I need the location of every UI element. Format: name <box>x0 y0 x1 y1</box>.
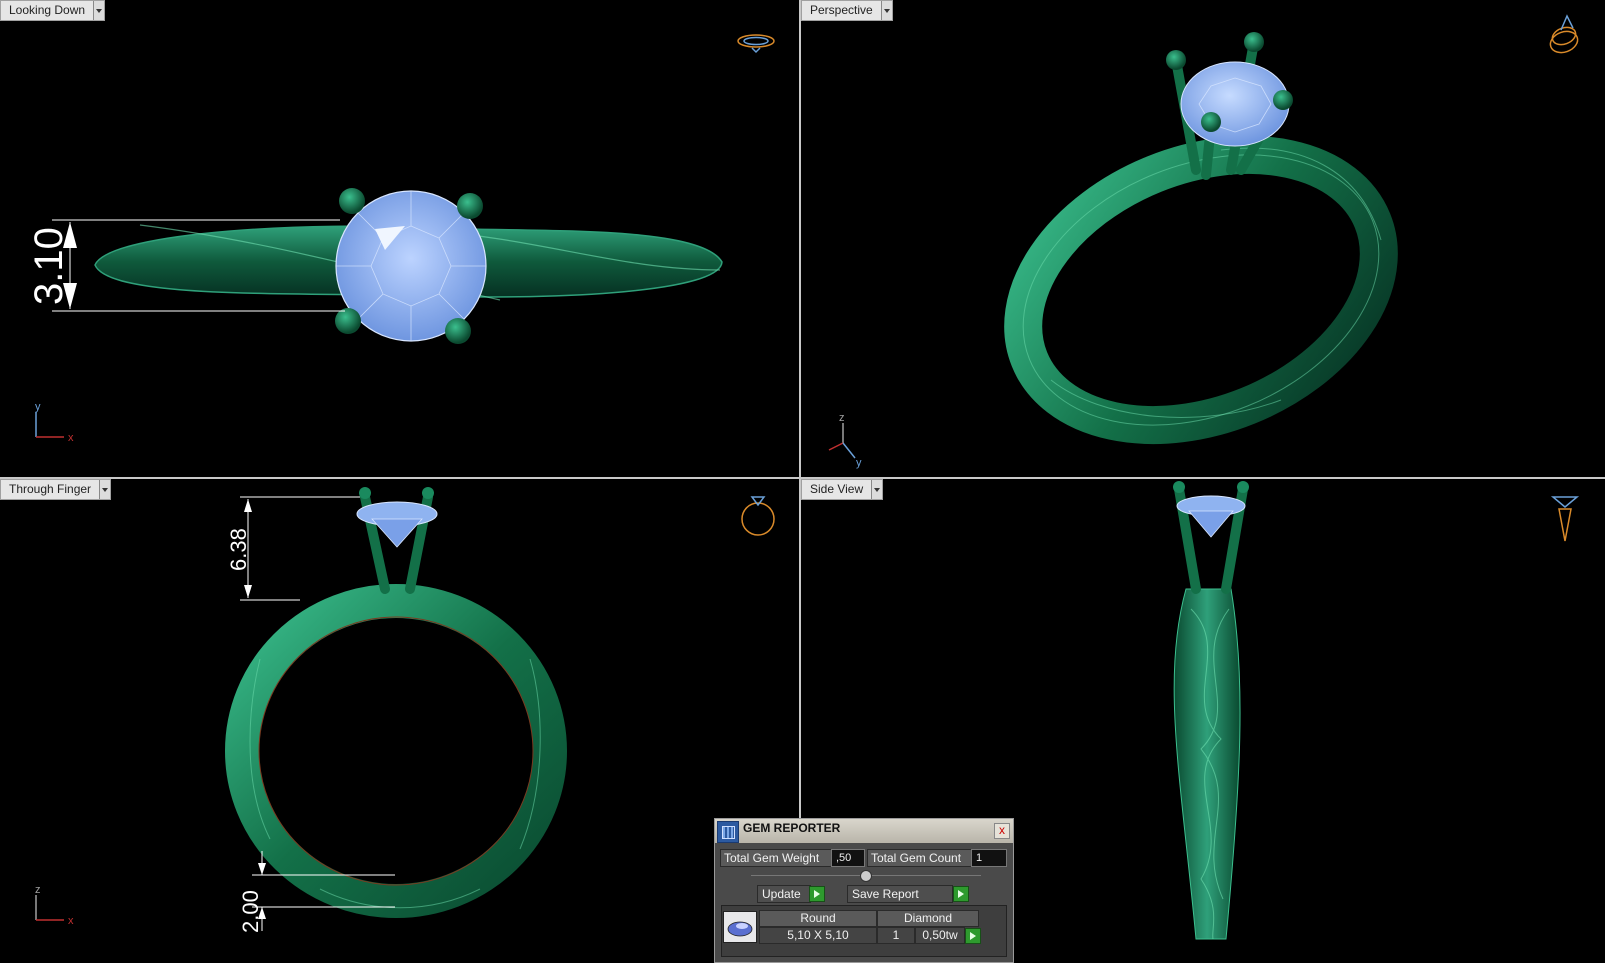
chevron-down-icon[interactable] <box>99 480 111 499</box>
svg-text:y: y <box>35 401 41 413</box>
total-gem-count-field[interactable]: 1 <box>971 849 1007 867</box>
ring-top-view: 3.10 y x <box>27 34 775 444</box>
prong <box>1166 50 1186 70</box>
close-icon[interactable]: x <box>994 823 1010 839</box>
viewport-label: Through Finger <box>1 480 100 499</box>
update-go-icon[interactable] <box>809 886 825 902</box>
viewport-label: Looking Down <box>1 1 94 20</box>
save-report-label: Save Report <box>852 887 919 901</box>
total-gem-weight-field[interactable]: ,50 <box>831 849 865 867</box>
viewport-through-finger[interactable]: Through Finger 6.38 2.00 z x <box>0 479 799 961</box>
gem-material-cell: Diamond <box>877 910 979 927</box>
prong <box>339 188 365 214</box>
update-button[interactable]: Update <box>757 885 811 903</box>
prong <box>1244 32 1264 52</box>
ring-front-view: 6.38 2.00 z x <box>35 487 775 933</box>
gem-count-cell: 1 <box>877 927 915 944</box>
gem-round <box>1180 61 1290 147</box>
viewport-looking-down[interactable]: Looking Down 3.10 y x <box>0 0 799 477</box>
dimension-value: 6.38 <box>226 528 251 571</box>
viewport-perspective[interactable]: Perspective z y <box>801 0 1605 477</box>
gem-go-icon[interactable] <box>965 928 981 944</box>
view-cube-icon[interactable] <box>1547 14 1580 56</box>
save-report-button[interactable]: Save Report <box>847 885 953 903</box>
viewport-menu-side-view[interactable]: Side View <box>801 479 884 500</box>
gem-reporter-icon <box>717 821 739 843</box>
dimension-value: 2.00 <box>238 890 263 933</box>
dimension-value: 3.10 <box>27 227 71 305</box>
gem-thumbnail-icon[interactable] <box>723 911 757 943</box>
gem-shape-cell: Round <box>759 910 877 927</box>
total-gem-weight-label: Total Gem Weight <box>720 849 833 867</box>
dimension-line <box>240 496 360 601</box>
axis-indicator: y x <box>35 401 74 444</box>
viewport-label: Perspective <box>802 1 881 20</box>
axis-indicator: z y <box>828 412 862 469</box>
chevron-down-icon[interactable] <box>871 480 883 499</box>
gem-size-cell: 5,10 X 5,10 <box>759 927 877 944</box>
prong <box>457 193 483 219</box>
svg-text:y: y <box>856 457 862 469</box>
gem-reporter-panel[interactable]: GEM REPORTER x Total Gem Weight ,50 Tota… <box>714 818 1014 963</box>
prong <box>445 318 471 344</box>
svg-text:z: z <box>839 412 845 424</box>
view-cube-icon[interactable] <box>1550 496 1580 542</box>
viewport-menu-looking-down[interactable]: Looking Down <box>0 0 106 21</box>
gem-reporter-titlebar[interactable]: GEM REPORTER x <box>715 819 1013 843</box>
view-cube-icon[interactable] <box>741 496 775 536</box>
svg-text:x: x <box>68 915 74 927</box>
view-cube-icon[interactable] <box>737 34 775 54</box>
collapse-toggle-icon[interactable] <box>860 870 872 882</box>
viewport-menu-perspective[interactable]: Perspective <box>801 0 893 21</box>
svg-text:z: z <box>35 884 41 896</box>
chevron-down-icon[interactable] <box>93 1 105 20</box>
panel-title: GEM REPORTER <box>743 821 841 835</box>
viewport-label: Side View <box>802 480 872 499</box>
gem-weight-cell: 0,50tw <box>915 927 965 944</box>
prong <box>1201 112 1221 132</box>
chevron-down-icon[interactable] <box>880 1 892 20</box>
total-gem-count-label: Total Gem Count <box>867 849 972 867</box>
axis-indicator: z x <box>35 884 74 927</box>
viewport-menu-through-finger[interactable]: Through Finger <box>0 479 112 500</box>
ring-band <box>225 584 567 918</box>
prong <box>335 308 361 334</box>
svg-text:x: x <box>68 432 74 444</box>
ring-perspective-view: z y <box>828 14 1580 469</box>
prong <box>1273 90 1293 110</box>
update-label: Update <box>762 887 801 901</box>
save-report-go-icon[interactable] <box>953 886 969 902</box>
